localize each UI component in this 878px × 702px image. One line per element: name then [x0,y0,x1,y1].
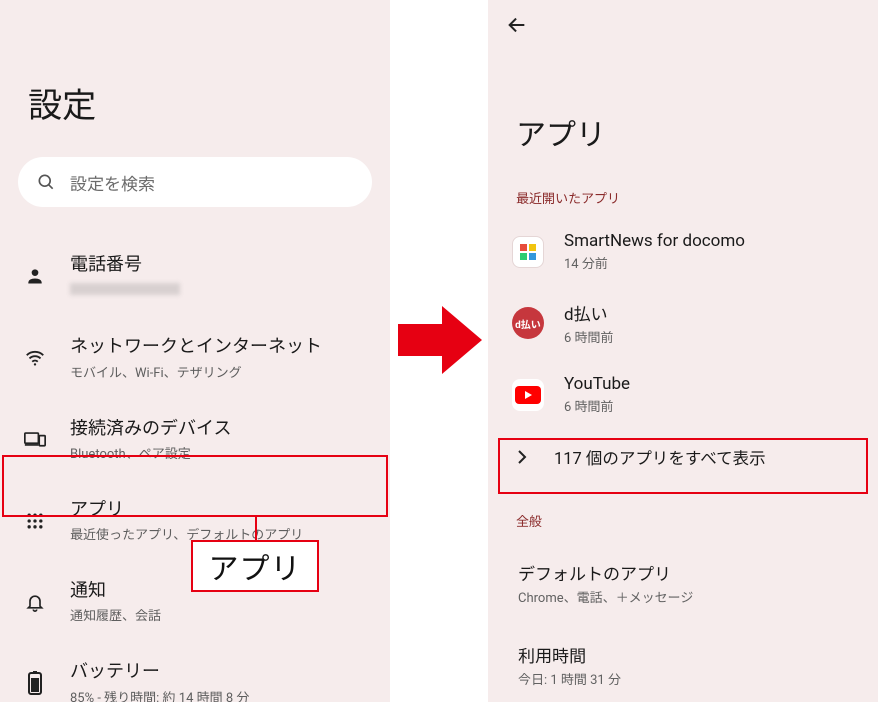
recent-app-name: d払い [564,300,856,325]
person-icon [22,266,48,286]
arrow-left-icon [506,14,878,36]
search-input[interactable]: 設定を検索 [18,157,372,207]
page-title: アプリ [488,36,878,188]
general-item-sub: 今日: 1 時間 31 分 [518,669,856,688]
page-title: 設定 [0,0,390,157]
general-item-sub: Chrome、電話、＋メッセージ [518,587,856,606]
recent-app-item[interactable]: SmartNews for docomo 14 分前 [488,217,878,286]
back-button[interactable] [488,0,878,36]
general-list: デフォルトのアプリ Chrome、電話、＋メッセージ 利用時間 今日: 1 時間… [488,546,878,702]
section-header-recent: 最近開いたアプリ [488,188,878,217]
search-icon [36,172,56,192]
wifi-icon [22,347,48,369]
recent-app-time: 6 時間前 [564,396,856,415]
callout-connector [255,517,257,542]
recent-app-item[interactable]: d払い d払い 6 時間前 [488,286,878,360]
general-item-default-apps[interactable]: デフォルトのアプリ Chrome、電話、＋メッセージ [488,546,878,620]
settings-item-sub: 85% - 残り時間: 約 14 時間 8 分 [70,687,370,702]
general-item-title: デフォルトのアプリ [518,560,856,585]
settings-item-title: 電話番号 [70,253,370,277]
transition-arrow-icon [398,300,482,380]
apps-screen: アプリ 最近開いたアプリ SmartNews for docomo 14 分前 … [488,0,878,702]
callout-label-box: アプリ [191,540,319,592]
settings-item-title: バッテリー [70,660,370,684]
callout-label-text: アプリ [209,544,302,588]
settings-item-sub: 通知履歴、会話 [70,605,370,624]
recent-app-time: 14 分前 [564,253,856,272]
devices-icon [22,430,48,448]
recent-app-item[interactable]: YouTube 6 時間前 [488,360,878,429]
recent-app-name: YouTube [564,374,856,394]
app-icon-youtube [512,379,544,411]
settings-item-battery[interactable]: バッテリー 85% - 残り時間: 約 14 時間 8 分 [0,642,390,702]
app-icon-smartnews [512,236,544,268]
general-item-title: 利用時間 [518,642,856,667]
recent-app-name: SmartNews for docomo [564,231,856,251]
settings-item-network[interactable]: ネットワークとインターネット モバイル、Wi-Fi、テザリング [0,317,390,398]
general-item-screen-time[interactable]: 利用時間 今日: 1 時間 31 分 [488,620,878,702]
search-placeholder: 設定を検索 [70,170,155,195]
settings-screen: 設定 設定を検索 電話番号 ネットワークとインターネット モバイル、W [0,0,390,702]
settings-item-title: 接続済みのデバイス [70,417,370,441]
settings-item-sub-redacted [70,283,180,295]
settings-item-phone[interactable]: 電話番号 [0,235,390,317]
bell-icon [22,591,48,613]
highlight-box-show-all [498,438,868,494]
settings-item-sub: モバイル、Wi-Fi、テザリング [70,362,370,381]
app-icon-dbarai: d払い [512,307,544,339]
battery-icon [22,671,48,695]
highlight-box-apps [2,455,388,517]
settings-item-title: ネットワークとインターネット [70,335,370,359]
recent-app-time: 6 時間前 [564,327,856,346]
